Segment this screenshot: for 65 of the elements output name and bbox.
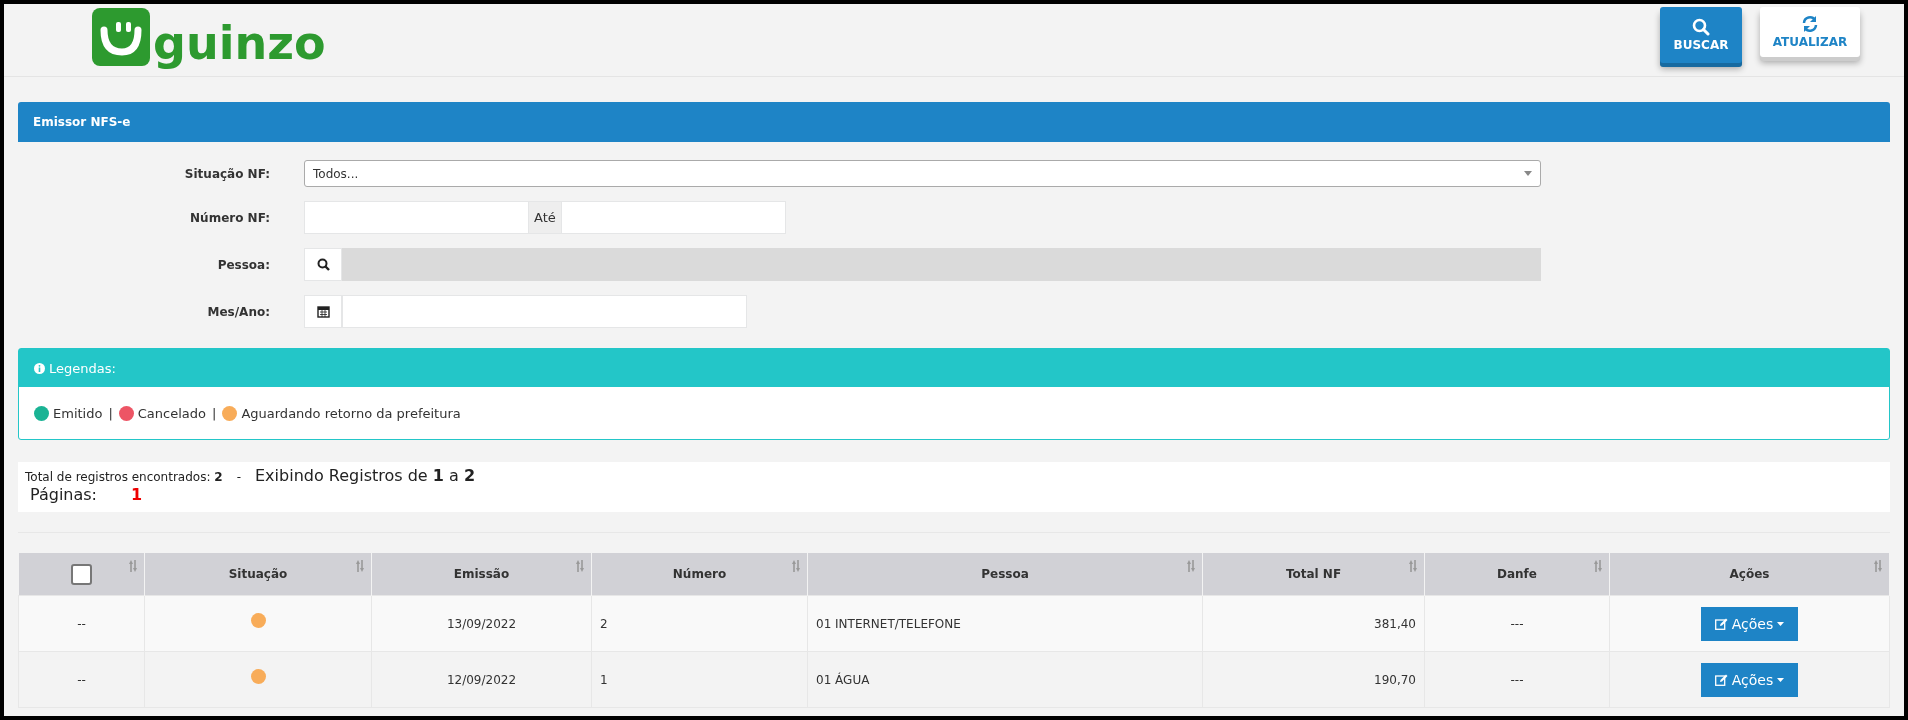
column-header[interactable]: Total NF: [1202, 553, 1425, 596]
sort-icon[interactable]: [1593, 560, 1603, 572]
field-label: Número NF:: [189, 210, 271, 225]
caret-icon: [1524, 171, 1532, 176]
separator-text: |: [108, 405, 113, 421]
search-addon[interactable]: [304, 248, 342, 281]
column-header[interactable]: Emissão: [371, 553, 592, 596]
panel-title: Emissor NFS-e: [33, 115, 131, 129]
sort-icon[interactable]: [1186, 560, 1196, 572]
actions-dropdown-button[interactable]: Ações: [1700, 606, 1799, 641]
table-cell: 190,70: [1202, 651, 1425, 708]
edit-icon: [1714, 673, 1728, 686]
table-cell: ---: [1424, 595, 1610, 652]
field-label: Situação NF:: [183, 166, 271, 181]
status-select[interactable]: Todos...: [304, 160, 1541, 187]
column-header[interactable]: Pessoa: [807, 553, 1203, 596]
checkbox[interactable]: [70, 563, 92, 585]
table-cell: 381,40: [1202, 595, 1425, 652]
legend-label: Aguardando retorno da prefeitura: [241, 405, 461, 421]
search-icon: [1692, 18, 1710, 36]
caret-icon: [1777, 621, 1785, 626]
search-icon: [316, 258, 330, 271]
column-header[interactable]: Número: [591, 553, 808, 596]
calendar-icon: [316, 305, 330, 318]
sort-icon[interactable]: [1408, 560, 1418, 572]
showing-records-text: Exibindo Registros de 1 a 2: [255, 466, 476, 485]
table-cell: --: [18, 595, 145, 652]
edit-icon: [1714, 617, 1728, 630]
table-cell: 01 ÁGUA: [807, 651, 1203, 708]
sort-icon[interactable]: [791, 560, 801, 572]
table-cell: 01 INTERNET/TELEFONE: [807, 595, 1203, 652]
column-header[interactable]: Ações: [1609, 553, 1890, 596]
addon-label: Até: [529, 201, 561, 234]
number-to-field[interactable]: [560, 201, 786, 234]
number-from-field[interactable]: [304, 201, 529, 234]
separator-text: -: [236, 470, 241, 484]
column-header[interactable]: Danfe: [1424, 553, 1610, 596]
legend-label: Emitido: [53, 405, 103, 421]
table-cell: --: [18, 651, 145, 708]
actions-dropdown-button[interactable]: Ações: [1700, 662, 1799, 697]
legend-title: Legendas:: [49, 360, 116, 376]
page-link[interactable]: 1: [131, 485, 143, 504]
field-label: Mes/Ano:: [206, 304, 271, 319]
table-cell: 13/09/2022: [371, 595, 592, 652]
legend-label: Cancelado: [137, 405, 206, 421]
field-label: Pessoa:: [216, 257, 271, 272]
sort-icon[interactable]: [128, 560, 138, 572]
refresh-icon: [1801, 15, 1819, 33]
table-cell: 12/09/2022: [371, 651, 592, 708]
separator-text: |: [212, 405, 217, 421]
sort-icon[interactable]: [355, 560, 365, 572]
total-records-text: Total de registros encontrados: 2: [25, 470, 223, 484]
info-icon: [34, 362, 45, 374]
caret-icon: [1777, 677, 1785, 682]
pages-label: Páginas:: [30, 485, 97, 504]
table-cell: ---: [1424, 651, 1610, 708]
smiley-logo-icon: [92, 8, 150, 66]
month-year-field[interactable]: [342, 295, 747, 328]
sort-icon[interactable]: [575, 560, 585, 572]
sort-icon[interactable]: [1873, 560, 1883, 572]
table-cell: 1: [591, 651, 808, 708]
column-header[interactable]: Situação: [144, 553, 372, 596]
table-cell: 2: [591, 595, 808, 652]
column-header[interactable]: [18, 553, 145, 596]
calendar-addon[interactable]: [304, 295, 342, 328]
